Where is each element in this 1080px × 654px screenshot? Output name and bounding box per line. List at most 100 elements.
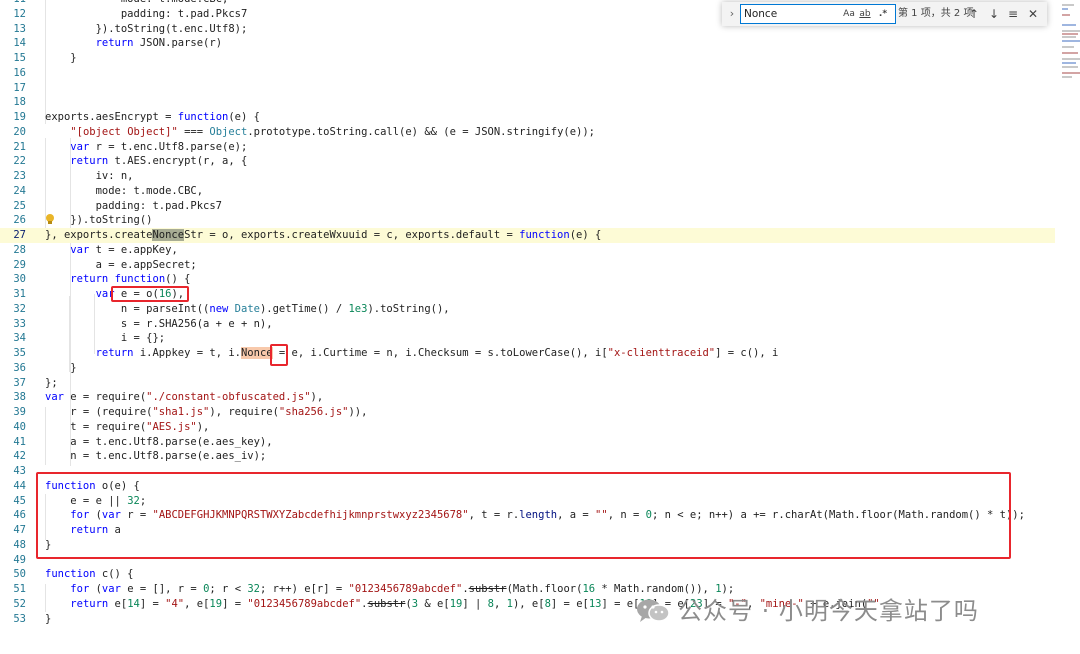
- code-line[interactable]: 17: [0, 81, 1055, 96]
- find-input[interactable]: [741, 5, 840, 23]
- code-line[interactable]: 19 exports.aesEncrypt = function(e) {: [0, 110, 1055, 125]
- code-line[interactable]: 25 padding: t.pad.Pkcs7: [0, 199, 1055, 214]
- line-number: 14: [13, 37, 26, 50]
- arrow-down-icon[interactable]: ↓: [986, 6, 1002, 22]
- arrow-up-icon[interactable]: ↑: [966, 6, 982, 22]
- line-code: t = require("AES.js"),: [45, 420, 210, 433]
- code-line[interactable]: 41 a = t.enc.Utf8.parse(e.aes_key),: [0, 435, 1055, 450]
- line-number: 51: [13, 583, 26, 595]
- line-code: a = t.enc.Utf8.parse(e.aes_key),: [45, 435, 273, 448]
- code-line[interactable]: 36 }: [0, 361, 1055, 376]
- line-number: 25: [13, 199, 26, 212]
- line-code: }).toString(t.enc.Utf8);: [45, 22, 248, 35]
- line-code: "[object Object]" === Object.prototype.t…: [70, 125, 595, 138]
- code-line[interactable]: 30 return function() {: [0, 272, 1055, 287]
- line-number: 40: [13, 420, 26, 433]
- code-line[interactable]: 27 }, exports.createNonceStr = o, exports…: [0, 228, 1055, 243]
- minimap-line: [1062, 40, 1080, 42]
- minimap-line: [1062, 14, 1070, 16]
- line-number: 45: [13, 494, 26, 507]
- minimap-line: [1062, 58, 1080, 60]
- annotation-box-var-e: [111, 286, 189, 302]
- code-line[interactable]: 29 a = e.appSecret;: [0, 258, 1055, 273]
- code-line[interactable]: 28 var t = e.appKey,: [0, 243, 1055, 258]
- code-line[interactable]: 15 }: [0, 51, 1055, 66]
- code-line[interactable]: 40 t = require("AES.js"),: [0, 420, 1055, 435]
- line-number: 20: [13, 125, 26, 138]
- minimap-line: [1062, 62, 1076, 64]
- line-number: 29: [13, 258, 26, 271]
- match-case-icon[interactable]: Aa: [841, 7, 857, 21]
- line-number: 49: [13, 553, 26, 566]
- find-widget: › Aa ab .* 第 1 项，共 2 项 ↑ ↓ ≡ ✕: [722, 2, 1047, 26]
- code-line[interactable]: 21 var r = t.enc.Utf8.parse(e);: [0, 140, 1055, 155]
- line-code: };: [45, 376, 58, 389]
- line-code: s = r.SHA256(a + e + n),: [45, 317, 273, 330]
- code-line[interactable]: 16: [0, 66, 1055, 81]
- code-line[interactable]: 37};: [0, 376, 1055, 391]
- code-line[interactable]: 35 return i.Appkey = t, i.Nonce = e, i.C…: [0, 346, 1055, 361]
- line-number: 13: [13, 22, 26, 35]
- code-line[interactable]: 33 s = r.SHA256(a + e + n),: [0, 317, 1055, 332]
- line-number: 27: [13, 229, 26, 241]
- code-line[interactable]: 20 "[object Object]" === Object.prototyp…: [0, 125, 1055, 140]
- minimap-line: [1062, 30, 1080, 32]
- minimap-line: [1062, 72, 1080, 74]
- chevron-right-icon[interactable]: ›: [726, 6, 738, 22]
- line-number: 47: [13, 524, 26, 536]
- line-code: return JSON.parse(r): [95, 37, 223, 50]
- line-number: 31: [13, 288, 26, 300]
- line-number: 22: [13, 155, 26, 168]
- line-code: function c() {: [45, 568, 134, 581]
- line-code: return function() {: [70, 273, 191, 286]
- code-line[interactable]: 32 n = parseInt((new Date).getTime() / 1…: [0, 302, 1055, 317]
- line-number: 16: [13, 66, 26, 79]
- code-line[interactable]: 14 return JSON.parse(r): [0, 36, 1055, 51]
- close-icon[interactable]: ✕: [1025, 6, 1041, 22]
- code-line[interactable]: 38 var e = require("./constant-obfuscated…: [0, 390, 1055, 405]
- line-code: return i.Appkey = t, i.Nonce = e, i.Curt…: [95, 347, 779, 359]
- regex-icon[interactable]: .*: [875, 7, 891, 21]
- line-code: mode: t.mode.CBC,: [45, 184, 204, 197]
- minimap-line: [1062, 46, 1074, 48]
- lightbulb-icon[interactable]: [46, 214, 54, 225]
- line-code: n = parseInt((new Date).getTime() / 1e3)…: [45, 302, 450, 315]
- line-code: padding: t.pad.Pkcs7: [45, 199, 223, 212]
- line-number: 38: [13, 391, 26, 404]
- code-line[interactable]: 39 r = (require("sha1.js"), require("sha…: [0, 405, 1055, 420]
- code-line[interactable]: 34 i = {};: [0, 331, 1055, 346]
- line-number: 15: [13, 52, 26, 64]
- line-code: i = {};: [45, 332, 166, 345]
- line-number: 37: [13, 376, 26, 389]
- code-line[interactable]: 42 n = t.enc.Utf8.parse(e.aes_iv);: [0, 449, 1055, 464]
- line-number: 42: [13, 450, 26, 463]
- line-code: }: [45, 52, 77, 64]
- wechat-icon: [637, 599, 670, 622]
- line-code: }, exports.createNonceStr = o, exports.c…: [45, 229, 602, 241]
- minimap-line: [1062, 66, 1078, 68]
- code-line[interactable]: 18: [0, 95, 1055, 110]
- minimap[interactable]: [1060, 0, 1080, 80]
- line-code: }: [45, 612, 52, 625]
- line-number: 41: [13, 435, 26, 448]
- code-line[interactable]: 24 mode: t.mode.CBC,: [0, 184, 1055, 199]
- code-line[interactable]: 50 function c() {: [0, 567, 1055, 582]
- code-line[interactable]: 23 iv: n,: [0, 169, 1055, 184]
- minimap-line: [1062, 52, 1078, 54]
- find-input-box: Aa ab .*: [740, 4, 896, 24]
- whole-word-icon[interactable]: ab: [857, 7, 873, 21]
- line-code: n = t.enc.Utf8.parse(e.aes_iv);: [45, 450, 267, 463]
- code-editor[interactable]: 11 mode: t.mode.CBC, 12 padding: t.pad.Pk…: [0, 0, 1060, 654]
- line-code: var e = require("./constant-obfuscated.j…: [45, 391, 324, 404]
- minimap-line: [1062, 76, 1072, 78]
- minimap-line: [1062, 33, 1078, 35]
- line-number: 18: [13, 96, 26, 109]
- code-line[interactable]: 26 }).toString(): [0, 213, 1055, 228]
- line-number: 11: [0, 0, 26, 7]
- line-number: 28: [13, 243, 26, 256]
- line-code: var t = e.appKey,: [70, 243, 178, 256]
- code-line[interactable]: 22 return t.AES.encrypt(r, a, {: [0, 154, 1055, 169]
- find-in-selection-icon[interactable]: ≡: [1005, 6, 1021, 22]
- line-code: iv: n,: [45, 170, 134, 182]
- line-number: 26: [13, 214, 26, 227]
